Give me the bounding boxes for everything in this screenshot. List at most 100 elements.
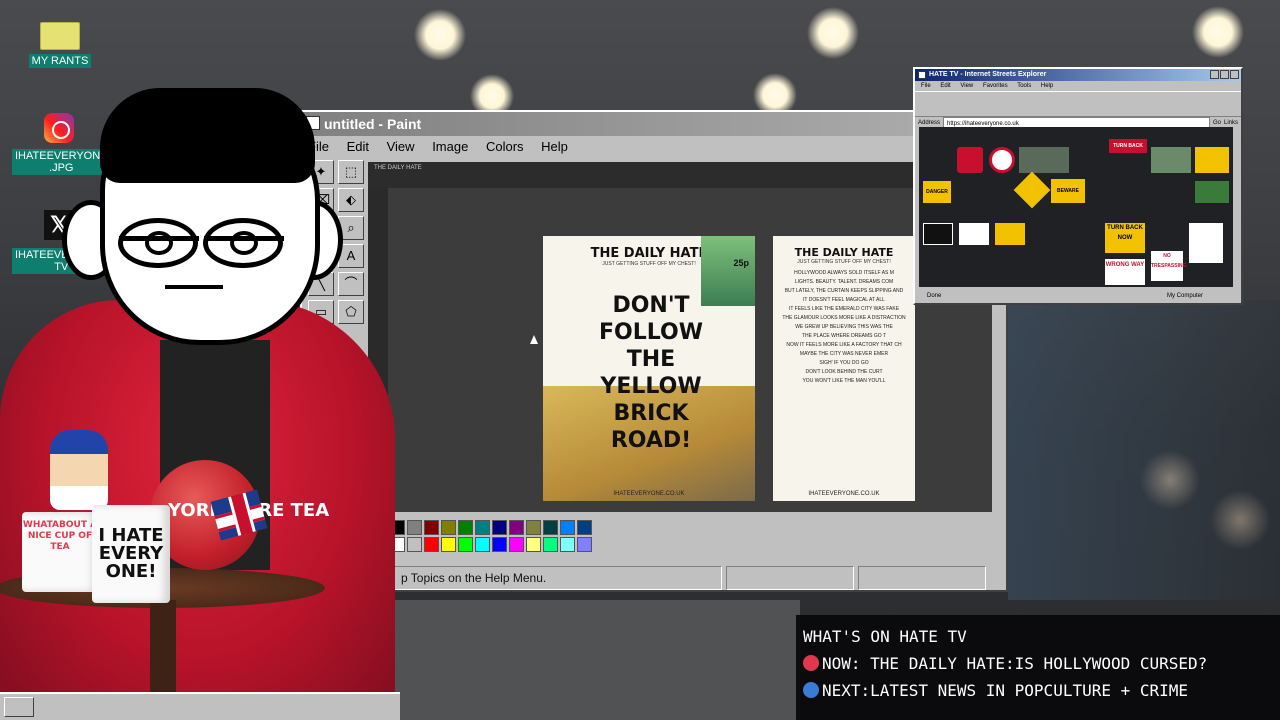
desktop-icon-my-rants[interactable]: MY RANTS	[24, 22, 96, 68]
artboard-article[interactable]: THE DAILY HATE JUST GETTING STUFF OFF MY…	[773, 236, 915, 501]
sign-image[interactable]: WRONG WAY	[1105, 259, 1145, 285]
menu-colors[interactable]: Colors	[486, 139, 524, 154]
menu-image[interactable]: Image	[432, 139, 468, 154]
palette-swatch[interactable]	[424, 537, 439, 552]
sign-image[interactable]: BEWARE	[1051, 179, 1085, 203]
maximize-button[interactable]	[1220, 70, 1229, 79]
sign-image[interactable]: TURN BACK NOW	[1105, 223, 1145, 253]
palette-swatch[interactable]	[577, 537, 592, 552]
sign-image[interactable]	[923, 223, 953, 245]
sign-image[interactable]	[1013, 171, 1051, 209]
palette-swatch[interactable]	[492, 537, 507, 552]
sign-image[interactable]	[1189, 223, 1223, 263]
sign-image[interactable]	[957, 147, 983, 173]
photoshop-workspace: THE DAILY HATE JUST GETTING STUFF OFF MY…	[368, 188, 992, 512]
ie-menu-favorites[interactable]: Favorites	[983, 83, 1008, 89]
paint-window[interactable]: untitled - Paint File Edit View Image Co…	[300, 110, 1008, 592]
palette-swatch[interactable]	[441, 520, 456, 535]
ie-menu-file[interactable]: File	[921, 83, 931, 89]
paint-menu-bar: File Edit View Image Colors Help	[302, 136, 1006, 158]
palette-swatch[interactable]	[543, 537, 558, 552]
article-line: LIGHTS. BEAUTY. TALENT. DREAMS COM	[794, 279, 894, 285]
palette-swatch[interactable]	[577, 520, 592, 535]
taskbar	[0, 692, 400, 720]
folder-icon	[40, 22, 80, 50]
palette-swatch[interactable]	[526, 537, 541, 552]
ie-content-view[interactable]: TURN BACK DANGER WRONG WAY TURN BACK NOW…	[919, 127, 1233, 287]
ie-menu-bar: File Edit View Favorites Tools Help	[915, 81, 1241, 91]
sign-image[interactable]	[959, 223, 989, 245]
fill-tool[interactable]: ⬖	[338, 188, 364, 212]
palette-swatch[interactable]	[560, 537, 575, 552]
ie-menu-tools[interactable]: Tools	[1017, 83, 1031, 89]
article-line: NOW IT FEELS MORE LIKE A FACTORY THAT CH	[786, 342, 902, 348]
palette-swatch[interactable]	[458, 520, 473, 535]
sign-image[interactable]	[1195, 181, 1229, 203]
sign-image[interactable]: DANGER	[923, 181, 951, 203]
palette-swatch[interactable]	[458, 537, 473, 552]
sign-image[interactable]	[989, 147, 1015, 173]
menu-view[interactable]: View	[387, 139, 415, 154]
paint-canvas[interactable]: THE DAILY HATE THE DAILY HATE JUST GETTI…	[368, 162, 992, 512]
sign-image[interactable]	[1151, 147, 1191, 173]
palette-swatch[interactable]	[492, 520, 507, 535]
minimize-button[interactable]	[1210, 70, 1219, 79]
ie-title: HATE TV - Internet Streets Explorer	[929, 71, 1047, 78]
ie-title-bar[interactable]: HATE TV - Internet Streets Explorer	[915, 69, 1241, 81]
palette-swatch[interactable]	[475, 520, 490, 535]
uncle-sam-figure	[50, 430, 108, 510]
desktop-icon-ihateeveryone-jpg[interactable]: IHATEEVERYONE .JPG	[12, 113, 111, 175]
color-palette	[390, 520, 592, 552]
ie-menu-help[interactable]: Help	[1041, 83, 1053, 89]
mug-text: I HATE EVERY ONE!	[98, 525, 164, 582]
red-dot-icon	[803, 655, 819, 671]
photoshop-tabbar: THE DAILY HATE	[368, 162, 992, 188]
start-button[interactable]	[4, 697, 34, 717]
sign-image[interactable]: TURN BACK	[1109, 139, 1147, 153]
schedule-now: NOW: THE DAILY HATE:IS HOLLYWOOD CURSED?	[803, 650, 1280, 677]
ie-window[interactable]: HATE TV - Internet Streets Explorer File…	[913, 67, 1243, 305]
headline: DON'T FOLLOW THE YELLOW BRICK ROAD!	[581, 292, 721, 454]
ie-menu-edit[interactable]: Edit	[940, 83, 950, 89]
floor	[380, 600, 800, 720]
paint-title-bar[interactable]: untitled - Paint	[302, 112, 1006, 136]
close-button[interactable]	[1230, 70, 1239, 79]
character-right-eye	[203, 218, 284, 268]
ie-zone-text: My Computer	[1167, 293, 1204, 299]
sign-image[interactable]	[1195, 147, 1229, 173]
palette-swatch[interactable]	[509, 537, 524, 552]
blue-dot-icon	[803, 682, 819, 698]
palette-swatch[interactable]	[526, 520, 541, 535]
sign-image[interactable]	[1019, 147, 1069, 173]
photoshop-tab[interactable]: THE DAILY HATE	[374, 165, 422, 171]
article-line: BUT LATELY, THE CURTAIN KEEPS SLIPPING A…	[784, 288, 904, 294]
headline-line: FOLLOW	[599, 320, 703, 345]
polygon-tool[interactable]: ⬠	[338, 300, 364, 324]
curve-tool[interactable]: ⌒	[338, 272, 364, 296]
paint-title: untitled - Paint	[324, 116, 422, 132]
palette-swatch[interactable]	[407, 537, 422, 552]
palette-swatch[interactable]	[475, 537, 490, 552]
palette-swatch[interactable]	[424, 520, 439, 535]
character-left-eye	[118, 218, 199, 268]
article-line: SIGH' IF YOU DO GO	[819, 360, 869, 366]
palette-swatch[interactable]	[407, 520, 422, 535]
menu-edit[interactable]: Edit	[347, 139, 369, 154]
headline-line: YELLOW	[600, 374, 702, 399]
palette-swatch[interactable]	[560, 520, 575, 535]
menu-help[interactable]: Help	[541, 139, 568, 154]
sign-image[interactable]	[995, 223, 1025, 245]
rect-select-tool[interactable]: ⬚	[338, 160, 364, 184]
palette-swatch[interactable]	[543, 520, 558, 535]
sign-image[interactable]: NO TRESPASSING	[1151, 251, 1186, 281]
ie-menu-view[interactable]: View	[960, 83, 973, 89]
article-line: IT DOESN'T FEEL MAGICAL AT ALL	[803, 297, 885, 303]
article-line: THE GLAMOUR LOOKS MORE LIKE A DISTRACTIO…	[782, 315, 906, 321]
price-badge: 25p	[733, 258, 749, 268]
palette-swatch[interactable]	[441, 537, 456, 552]
palette-swatch[interactable]	[509, 520, 524, 535]
mug-i-hate-everyone: I HATE EVERY ONE!	[92, 505, 170, 603]
paint-status-bar: p Topics on the Help Menu.	[304, 566, 998, 590]
artboard-front-page[interactable]: THE DAILY HATE JUST GETTING STUFF OFF MY…	[543, 236, 755, 501]
hate-tv-schedule: WHAT'S ON HATE TV NOW: THE DAILY HATE:IS…	[796, 615, 1280, 720]
